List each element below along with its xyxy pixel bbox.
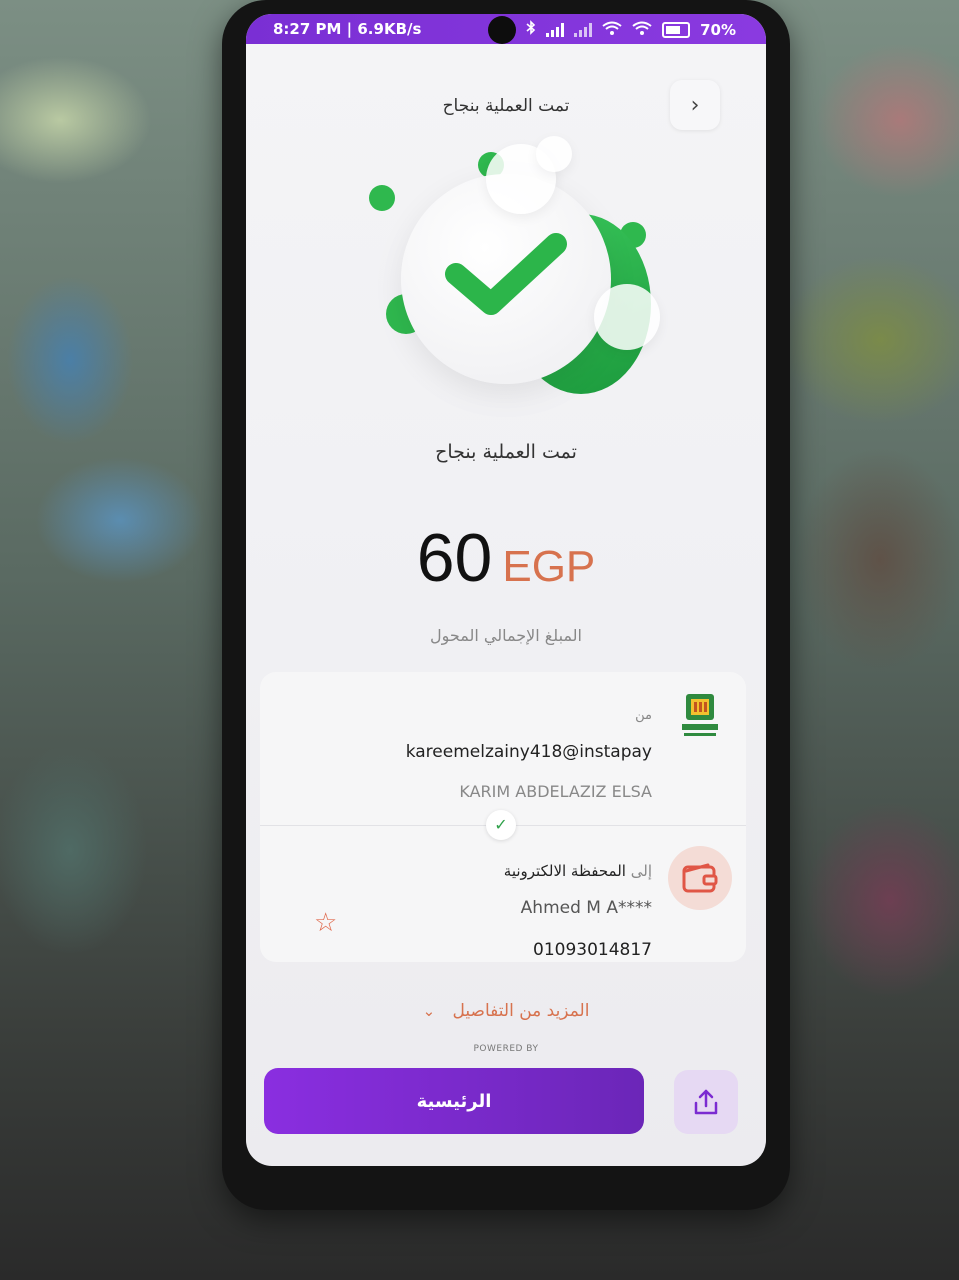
powered-by: POWERED BY — [473, 1044, 539, 1054]
wifi-icon — [632, 21, 652, 39]
more-details-label: المزيد من التفاصيل — [452, 1001, 590, 1021]
wallet-icon — [668, 846, 732, 910]
success-message: تمت العملية بنجاح — [435, 441, 577, 463]
wifi-icon — [602, 21, 622, 39]
status-icons: 70% — [526, 20, 736, 39]
bluetooth-icon — [526, 20, 536, 39]
success-illustration — [366, 136, 666, 414]
amount-value: 60 — [416, 520, 493, 596]
amount-currency: EGP — [502, 542, 596, 591]
transfer-amount: 60 EGP — [246, 519, 766, 597]
status-time: 8:27 PM | 6.9KB/s — [273, 20, 422, 38]
battery-level: 70% — [700, 20, 736, 39]
home-button[interactable]: الرئيسية — [264, 1068, 644, 1134]
success-check-icon — [445, 233, 567, 315]
home-button-label: الرئيسية — [416, 1090, 492, 1112]
to-prefix: إلى — [630, 862, 652, 880]
from-label: من — [635, 708, 652, 723]
status-bar: 8:27 PM | 6.9KB/s 70% — [246, 14, 766, 44]
signal-icon — [546, 22, 565, 37]
more-details-button[interactable]: ⌄ المزيد من التفاصيل — [246, 1001, 766, 1021]
phone-screen: 8:27 PM | 6.9KB/s 70% تمت العملية بنجاح … — [246, 14, 766, 1166]
battery-icon — [662, 21, 691, 38]
recipient-name: Ahmed M A**** — [520, 898, 652, 918]
back-button[interactable]: › — [670, 80, 720, 130]
to-type: المحفظة الالكترونية — [503, 862, 626, 880]
star-icon[interactable]: ☆ — [314, 908, 337, 938]
signal-icon — [574, 22, 593, 37]
share-icon — [694, 1089, 718, 1115]
front-camera — [488, 16, 516, 44]
to-line: إلى المحفظة الالكترونية — [504, 862, 652, 880]
amount-label: المبلغ الإجمالي المحول — [430, 626, 582, 645]
from-name: KARIM ABDELAZIZ ELSA — [459, 782, 652, 801]
chevron-down-icon: ⌄ — [422, 1002, 436, 1020]
share-button[interactable] — [674, 1070, 738, 1134]
recipient-phone: 01093014817 — [533, 940, 652, 960]
transfer-details-card: من kareemelzainy418@instapay KARIM ABDEL… — [260, 672, 746, 962]
chevron-right-icon: › — [690, 92, 700, 118]
bank-logo-icon — [680, 690, 720, 742]
check-icon: ✓ — [486, 810, 516, 840]
from-address: kareemelzainy418@instapay — [405, 742, 652, 762]
